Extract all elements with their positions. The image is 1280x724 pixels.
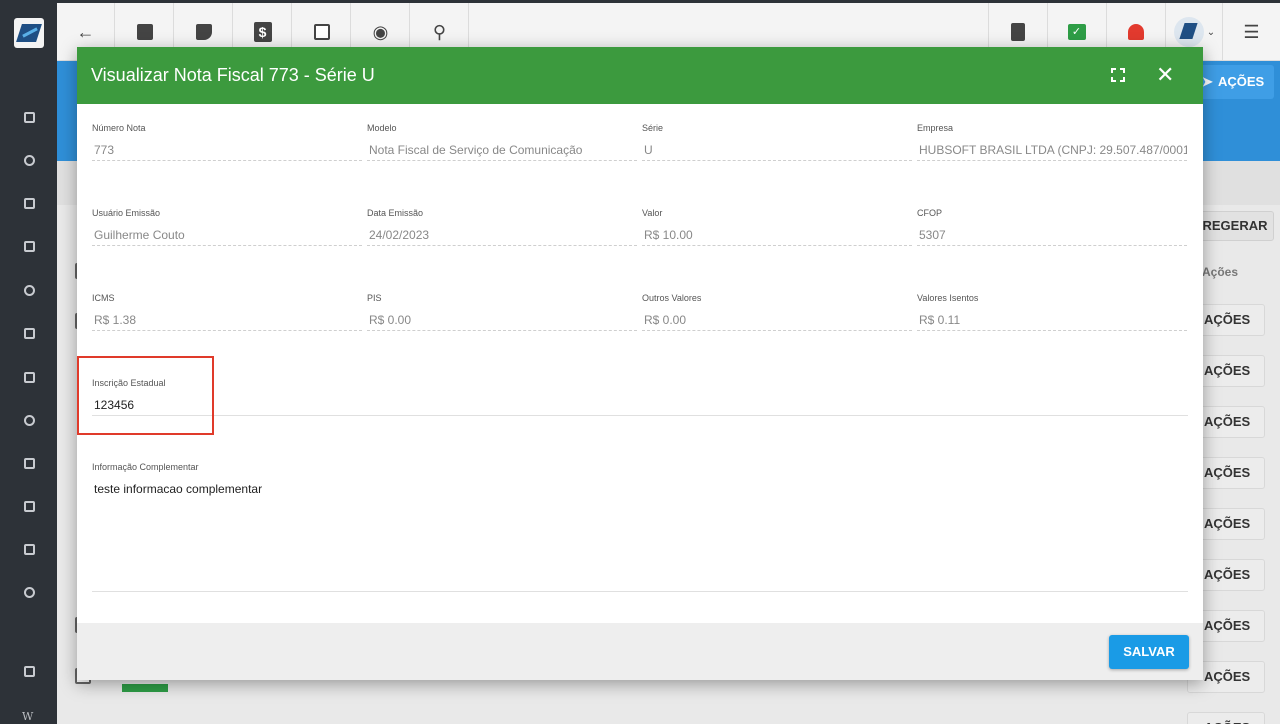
field-label: Valores Isentos <box>917 293 979 303</box>
field-value[interactable]: 24/02/2023 <box>367 228 637 246</box>
field-label: Empresa <box>917 123 954 133</box>
field-value[interactable]: 123456 <box>92 398 1188 416</box>
field-label: PIS <box>367 293 382 303</box>
map-pin-icon[interactable] <box>22 414 36 428</box>
field-serie: Série U <box>642 123 912 161</box>
chevron-down-icon: ⌄ <box>1206 26 1216 38</box>
field-value[interactable]: 5307 <box>917 228 1187 246</box>
board-icon[interactable] <box>22 240 36 254</box>
status-badge <box>122 684 168 692</box>
field-data-emissao: Data Emissão 24/02/2023 <box>367 208 637 246</box>
field-label: Usuário Emissão <box>92 208 161 218</box>
field-value[interactable]: R$ 1.38 <box>92 313 362 331</box>
field-label: Modelo <box>367 123 397 133</box>
modal-body: Número Nota 773 Modelo Nota Fiscal de Se… <box>77 104 1203 623</box>
field-empresa: Empresa HUBSOFT BRASIL LTDA (CNPJ: 29.50… <box>917 123 1187 161</box>
money-icon[interactable] <box>22 371 36 385</box>
field-label: Valor <box>642 208 663 218</box>
field-valor: Valor R$ 10.00 <box>642 208 912 246</box>
field-label: Informação Complementar <box>92 462 199 472</box>
field-valores-isentos: Valores Isentos R$ 0.11 <box>917 293 1187 331</box>
field-value[interactable]: R$ 10.00 <box>642 228 912 246</box>
field-label: Outros Valores <box>642 293 702 303</box>
sidebar: W <box>0 0 57 724</box>
app-logo[interactable] <box>14 18 44 48</box>
row-actions-button[interactable]: AÇÕES <box>1187 712 1265 724</box>
field-usuario-emissao: Usuário Emissão Guilherme Couto <box>92 208 362 246</box>
chart-pie-icon[interactable] <box>22 154 36 168</box>
field-icms: ICMS R$ 1.38 <box>92 293 362 331</box>
modal-footer: SALVAR <box>77 623 1203 680</box>
wiki-icon[interactable]: W <box>22 710 33 723</box>
field-value[interactable]: 773 <box>92 143 362 161</box>
file-icon[interactable] <box>22 543 36 557</box>
actions-column-header: Ações <box>1202 265 1239 279</box>
field-informacao-complementar: Informação Complementar teste informacao… <box>92 462 1188 592</box>
contacts-icon[interactable] <box>22 197 36 211</box>
field-label: Data Emissão <box>367 208 424 218</box>
document-list-icon[interactable] <box>22 457 36 471</box>
field-label: Série <box>642 123 664 133</box>
field-value[interactable]: R$ 0.11 <box>917 313 1187 331</box>
save-button[interactable]: SALVAR <box>1109 635 1189 669</box>
server-icon[interactable] <box>22 500 36 514</box>
field-value[interactable]: Nota Fiscal de Serviço de Comunicação <box>367 143 637 161</box>
field-value[interactable]: R$ 0.00 <box>642 313 912 331</box>
modal-header: Visualizar Nota Fiscal 773 - Série U ✕ <box>77 47 1203 104</box>
field-value[interactable]: Guilherme Couto <box>92 228 362 246</box>
field-label: ICMS <box>92 293 115 303</box>
field-pis: PIS R$ 0.00 <box>367 293 637 331</box>
close-icon[interactable]: ✕ <box>1156 63 1174 87</box>
settings-icon[interactable] <box>22 586 36 600</box>
calendar-icon[interactable] <box>22 284 36 298</box>
video-icon[interactable] <box>22 665 36 679</box>
field-cfop: CFOP 5307 <box>917 208 1187 246</box>
field-numero-nota: Número Nota 773 <box>92 123 362 161</box>
actions-button-top[interactable]: AÇÕES <box>1196 65 1274 99</box>
field-outros-valores: Outros Valores R$ 0.00 <box>642 293 912 331</box>
field-value[interactable]: HUBSOFT BRASIL LTDA (CNPJ: 29.507.487/00… <box>917 143 1187 161</box>
field-value[interactable]: R$ 0.00 <box>367 313 637 331</box>
maximize-icon[interactable] <box>1111 68 1125 82</box>
field-modelo: Modelo Nota Fiscal de Serviço de Comunic… <box>367 123 637 161</box>
package-icon[interactable] <box>22 327 36 341</box>
field-value[interactable]: teste informacao complementar <box>92 482 1188 592</box>
modal-title: Visualizar Nota Fiscal 773 - Série U <box>91 65 375 85</box>
field-label: Número Nota <box>92 123 146 133</box>
dashboard-icon[interactable] <box>22 111 36 125</box>
field-label: CFOP <box>917 208 943 218</box>
list-icon[interactable]: ☰ <box>1222 3 1280 61</box>
invoice-modal: Visualizar Nota Fiscal 773 - Série U ✕ N… <box>77 47 1203 680</box>
regenerate-button[interactable]: REGERAR <box>1196 211 1274 241</box>
field-value[interactable]: U <box>642 143 912 161</box>
highlight-box <box>77 356 214 435</box>
